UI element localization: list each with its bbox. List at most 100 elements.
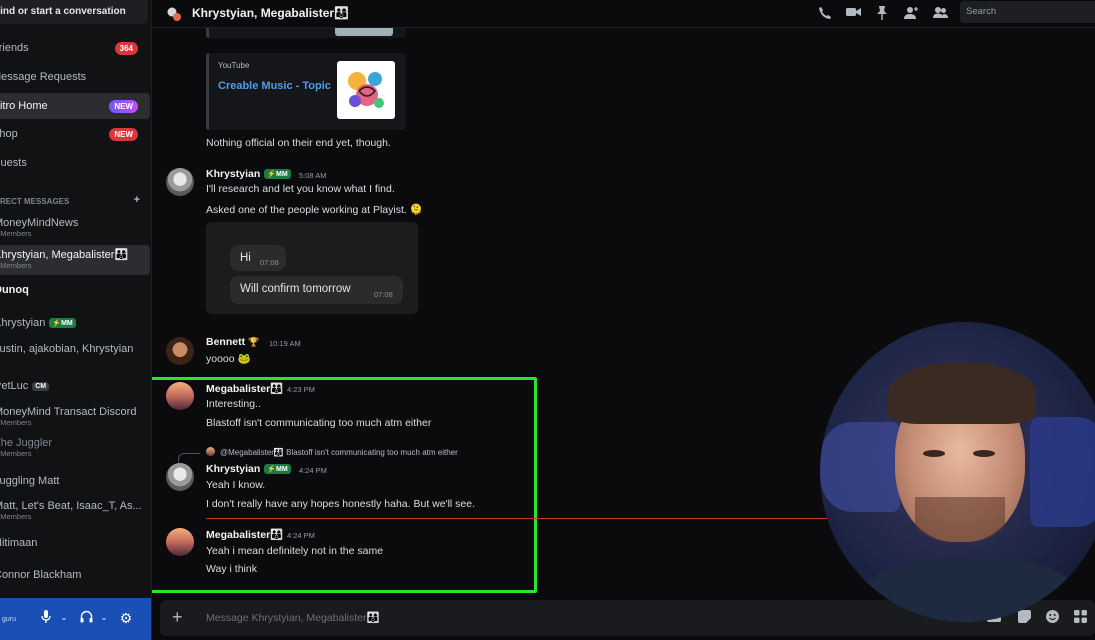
background-pillow [1030,417,1095,527]
headphones-icon[interactable] [78,610,94,626]
author-name[interactable]: Megabalister👨‍👩‍👦 [206,382,283,395]
background-pillow [820,422,900,512]
add-dm-button[interactable]: + [134,194,140,206]
message-text: Blastoff isn't communicating too much at… [206,417,432,429]
dm-members: 5 Members [0,512,32,521]
add-friends-icon[interactable] [903,6,919,22]
message-text: yoooo 🐸 [206,353,251,365]
avatar[interactable] [166,337,194,365]
message-text: Yeah i mean definitely not in the same [206,545,384,557]
message-input[interactable]: Message Khrystyian, Megabalister👨‍👩‍👦 [206,611,380,624]
chevron-down-icon[interactable]: ⌄ [56,610,72,626]
image-attachment[interactable]: Hi 07:08 Will confirm tomorrow 07:08 [206,222,418,314]
embed-title-link[interactable]: Creable Music - Topic [218,80,331,92]
message-author[interactable]: Khrystyian ⚡MM [206,463,291,475]
nav-nitro-home[interactable]: Nitro Home NEW [0,93,150,119]
dm-name: Nitimaan [0,537,38,549]
dm-section-label: DIRECT MESSAGES [0,197,70,206]
person-eye [973,450,995,457]
voice-call-icon[interactable] [817,6,833,22]
avatar[interactable] [166,168,194,196]
dm-item[interactable]: Connor Blackham [0,569,150,587]
author-name: Bennett [206,336,246,348]
reply-preview[interactable]: @Megabalister👨‍👩‍👦 Blastoff isn't commun… [220,448,458,457]
new-badge: NEW [109,127,138,141]
dm-name-text: PetLuc [0,380,29,392]
dm-name: Khrystyian⚡MM [0,317,150,329]
dm-name: The Juggler [0,437,53,449]
dm-item[interactable]: Matt, Let's Beat, Isaac_T, As... 5 Membe… [0,500,150,524]
message-timestamp: 5:08 AM [299,171,327,180]
dm-name: Ɔunoq [0,284,29,296]
nav-message-requests[interactable]: Message Requests [0,64,150,90]
dm-item[interactable]: MoneyMind Transact Discord 4 Members [0,406,150,430]
message-timestamp: 4:23 PM [287,385,315,394]
gear-icon[interactable]: ⚙ [118,610,134,626]
avatar[interactable] [166,528,194,556]
bubble-text: Hi [240,252,251,264]
dm-item[interactable]: The Juggler 5 Members [0,437,150,461]
dm-item[interactable]: Juggling Matt [0,475,150,493]
member-list-icon[interactable] [932,6,948,22]
reply-avatar [206,447,215,456]
dm-members: 2 Members [0,229,32,238]
dm-item[interactable]: PetLucCM [0,380,150,398]
channel-title: Khrystyian, Megabalister👨‍👩‍👦 [192,6,349,20]
dm-tag: ⚡MM [49,318,76,328]
add-attachment-button[interactable]: + [172,608,183,626]
dm-name-text: Khrystyian [0,317,46,329]
nav-friends[interactable]: Friends 364 [0,35,150,61]
nav-quests[interactable]: Quests [0,150,150,176]
microphone-icon[interactable] [38,610,54,626]
message-author[interactable]: Bennett 🏆 [206,336,259,348]
chat-bubble: Hi 07:08 [230,245,286,271]
dm-item[interactable]: Ɔunoq [0,284,150,302]
message-text: Asked one of the people working at Playi… [206,204,423,216]
embed-provider: YouTube [218,61,250,70]
embed-card-partial [206,28,406,38]
dm-members: 3 Members [0,261,32,270]
find-conversation-button[interactable]: Find or start a conversation [0,0,148,24]
bubble-text: Will confirm tomorrow [240,283,351,295]
message-timestamp: 4:24 PM [299,466,327,475]
chevron-down-icon[interactable]: ⌄ [96,610,112,626]
dm-item[interactable]: Nitimaan [0,537,150,555]
role-tag: ⚡MM [264,169,291,179]
new-badge: NEW [109,99,138,113]
dm-item[interactable]: Justin, ajakobian, Khrystyian [0,343,150,361]
dm-item[interactable]: MoneyMindNews 2 Members [0,217,150,241]
dm-section-header: DIRECT MESSAGES + [0,194,150,206]
search-input[interactable]: Search [960,1,1095,23]
person-hair [888,362,1036,424]
dm-item-selected[interactable]: Khrystyian, Megabalister👨‍👩‍👦 3 Members [0,245,150,275]
dm-name: Juggling Matt [0,475,60,487]
author-name[interactable]: Megabalister👨‍👩‍👦 [206,528,283,541]
dm-item[interactable]: Khrystyian⚡MM [0,317,150,335]
friends-count-badge: 364 [114,41,138,55]
message-author[interactable]: Khrystyian ⚡MM [206,168,291,180]
user-panel: guru ⌄ ⌄ ⚙ [0,598,151,640]
reply-spine [178,453,200,463]
embed-thumbnail[interactable] [337,61,395,119]
dm-name: Matt, Let's Beat, Isaac_T, As... [0,500,142,512]
person-eye [923,450,945,457]
message-text: I'll research and let you know what I fi… [206,183,395,195]
person-shirt [860,557,1080,622]
nav-label: Friends [0,42,29,54]
person-beard [915,497,1005,542]
pinned-messages-icon[interactable] [874,6,890,22]
avatar[interactable] [166,382,194,410]
avatar[interactable] [166,463,194,491]
nav-label: Quests [0,157,27,169]
message-text: Nothing official on their end yet, thoug… [206,137,391,149]
video-call-icon[interactable] [845,6,861,22]
bubble-time: 07:08 [260,258,279,267]
nav-shop[interactable]: Shop NEW [0,121,150,147]
message-text: I don't really have any hopes honestly h… [206,498,476,510]
chat-bubble: Will confirm tomorrow 07:08 [230,276,403,304]
role-tag: ⚡MM [264,464,291,474]
dm-tag: CM [32,382,50,391]
embed-thumbnail [335,28,393,36]
chat-header: Khrystyian, Megabalister👨‍👩‍👦 Search [152,0,1095,28]
message-timestamp: 4:24 PM [287,531,315,540]
